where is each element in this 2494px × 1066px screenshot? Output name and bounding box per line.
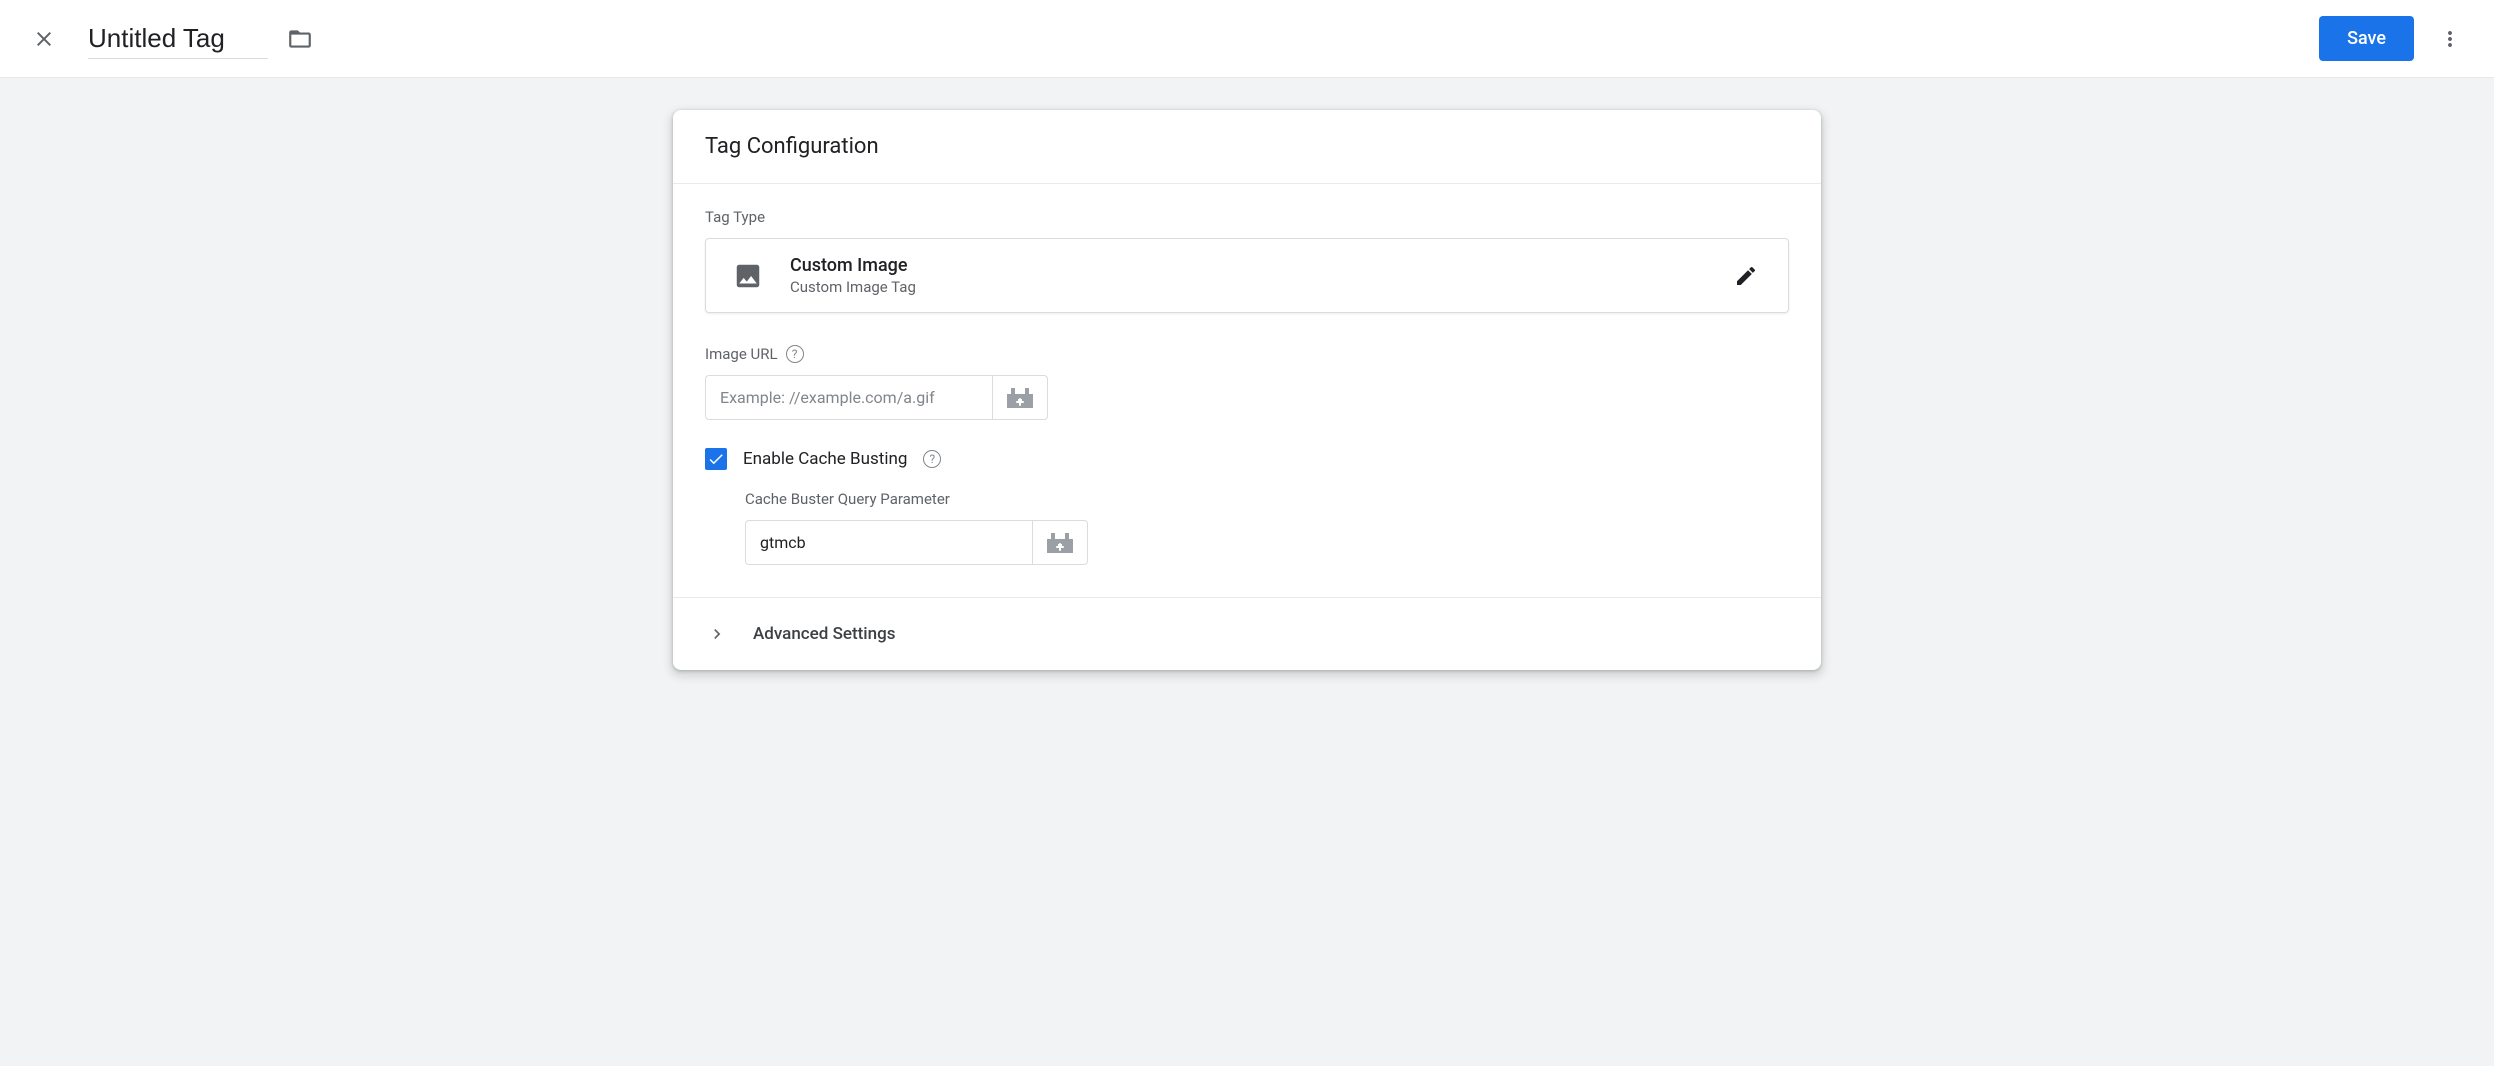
variable-icon bbox=[1007, 388, 1033, 408]
image-url-help-icon[interactable]: ? bbox=[786, 345, 804, 363]
chevron-right-icon bbox=[705, 622, 729, 646]
edit-tag-type-button[interactable] bbox=[1728, 258, 1764, 294]
cache-buster-param-section: Cache Buster Query Parameter bbox=[745, 490, 1789, 565]
tag-type-name: Custom Image bbox=[790, 255, 1704, 276]
more-vert-icon bbox=[2438, 27, 2462, 51]
tag-configuration-card: Tag Configuration Tag Type Custom Image … bbox=[673, 110, 1821, 670]
cache-busting-checkbox[interactable] bbox=[705, 448, 727, 470]
image-url-variable-button[interactable] bbox=[993, 375, 1048, 420]
advanced-settings-toggle[interactable]: Advanced Settings bbox=[705, 598, 1789, 670]
pencil-icon bbox=[1734, 264, 1758, 288]
image-url-row bbox=[705, 375, 1789, 420]
cache-buster-param-label: Cache Buster Query Parameter bbox=[745, 490, 1789, 508]
variable-icon bbox=[1047, 533, 1073, 553]
cache-busting-help-icon[interactable]: ? bbox=[923, 450, 941, 468]
tag-type-info: Custom Image Custom Image Tag bbox=[790, 255, 1704, 296]
folder-icon bbox=[287, 26, 313, 52]
card-header: Tag Configuration bbox=[673, 110, 1821, 184]
tag-name-input[interactable] bbox=[88, 19, 268, 59]
content-area: Tag Configuration Tag Type Custom Image … bbox=[0, 78, 2494, 1066]
folder-button[interactable] bbox=[280, 19, 320, 59]
close-icon bbox=[32, 27, 56, 51]
more-menu-button[interactable] bbox=[2430, 19, 2470, 59]
image-url-label: Image URL ? bbox=[705, 345, 1789, 363]
cache-busting-label: Enable Cache Busting bbox=[743, 449, 907, 469]
page-header: Save bbox=[0, 0, 2494, 78]
image-url-input[interactable] bbox=[705, 375, 993, 420]
card-title: Tag Configuration bbox=[705, 134, 1789, 159]
close-button[interactable] bbox=[24, 19, 64, 59]
card-body: Tag Type Custom Image Custom Image Tag I… bbox=[673, 184, 1821, 670]
cache-buster-variable-button[interactable] bbox=[1033, 520, 1088, 565]
cache-busting-row: Enable Cache Busting ? bbox=[705, 448, 1789, 470]
tag-type-description: Custom Image Tag bbox=[790, 278, 1704, 296]
advanced-settings-label: Advanced Settings bbox=[753, 624, 895, 644]
save-button[interactable]: Save bbox=[2319, 16, 2414, 61]
check-icon bbox=[707, 450, 725, 468]
image-icon bbox=[730, 258, 766, 294]
tag-type-selector[interactable]: Custom Image Custom Image Tag bbox=[705, 238, 1789, 313]
tag-type-label: Tag Type bbox=[705, 208, 1789, 226]
cache-buster-param-input[interactable] bbox=[745, 520, 1033, 565]
